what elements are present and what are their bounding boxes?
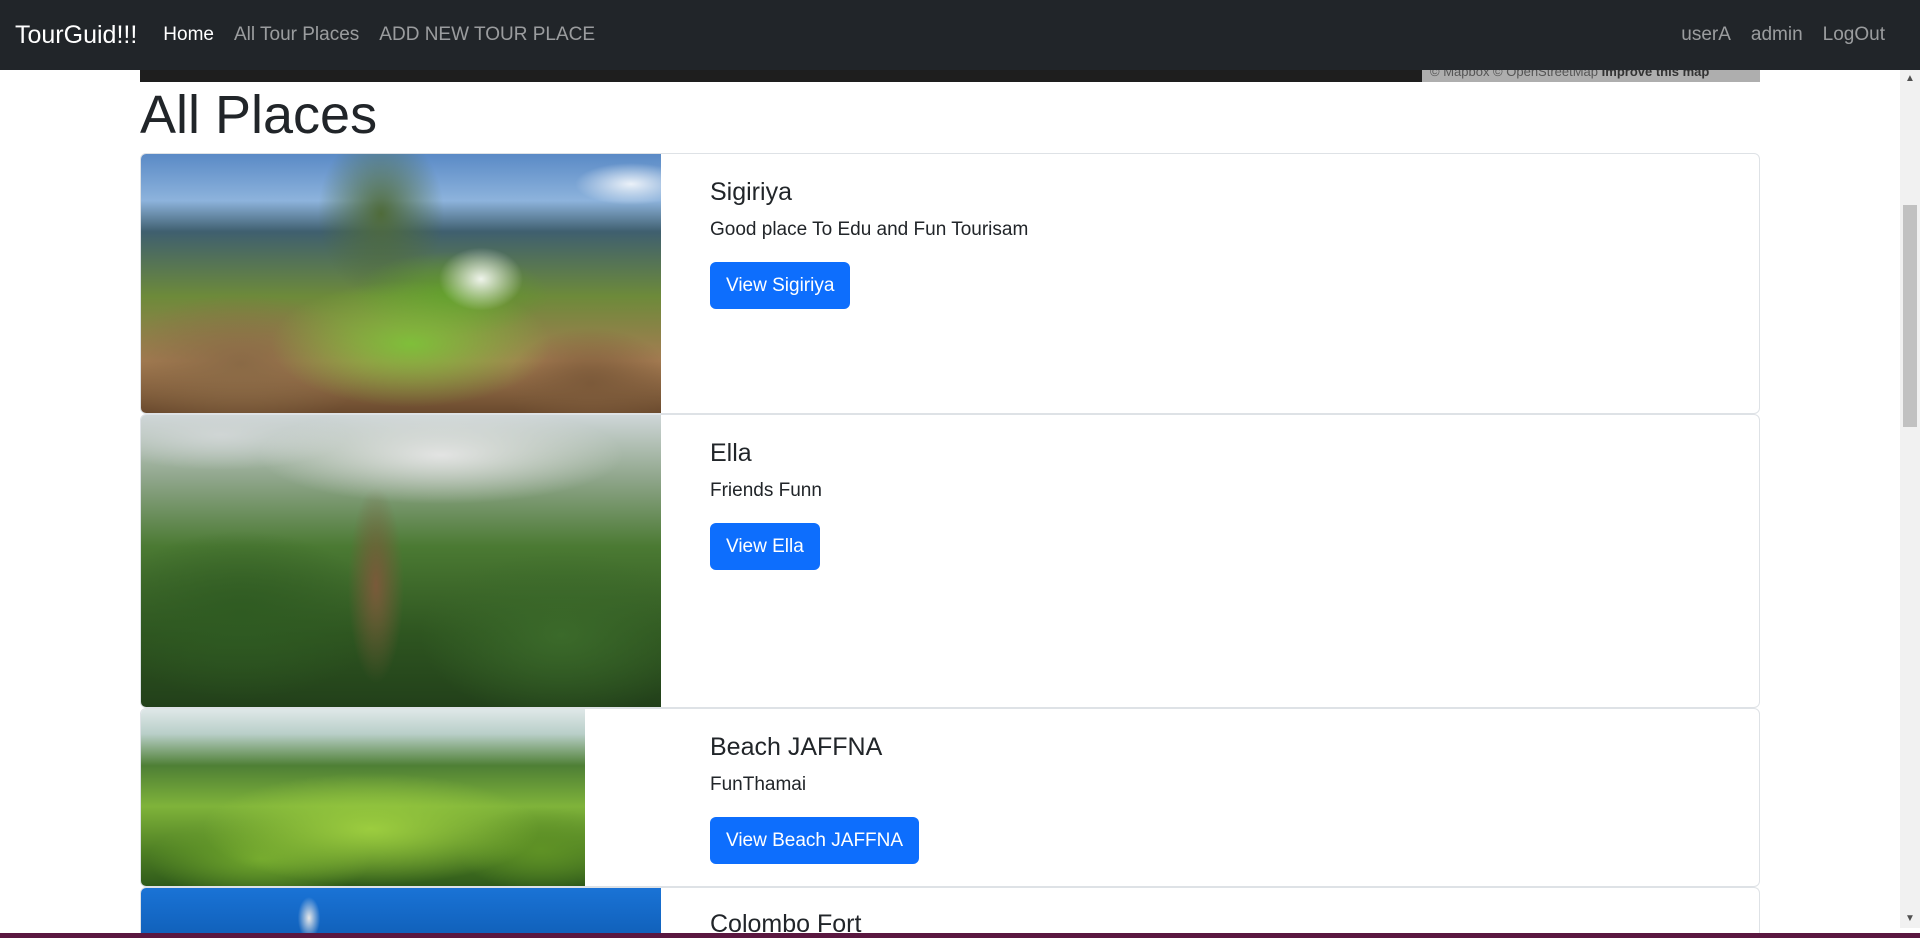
- nav-link-add-new-tour-place[interactable]: ADD NEW TOUR PLACE: [369, 24, 605, 46]
- place-image: [141, 709, 585, 886]
- nav-user-links: userA admin LogOut: [1671, 0, 1885, 70]
- place-card-sigiriya: Sigiriya Good place To Edu and Fun Touri…: [140, 153, 1760, 414]
- nav-link-logout[interactable]: LogOut: [1813, 24, 1885, 46]
- nav-links: Home All Tour Places ADD NEW TOUR PLACE: [153, 24, 605, 46]
- place-card-ella: Ella Friends Funn View Ella: [140, 414, 1760, 708]
- nav-link-admin[interactable]: admin: [1741, 24, 1813, 46]
- place-description: Good place To Edu and Fun Tourisam: [710, 219, 1029, 240]
- bottom-edge-strip: [0, 933, 1920, 938]
- place-title: Ella: [710, 439, 752, 467]
- map-container[interactable]: © Mapbox © OpenStreetMap Improve this ma…: [140, 70, 1760, 82]
- card-body: Ella Friends Funn View Ella: [710, 435, 822, 570]
- place-description: FunThamai: [710, 774, 807, 795]
- scroll-up-icon[interactable]: ▲: [1900, 70, 1920, 88]
- page-scrollbar[interactable]: ▲ ▼: [1900, 70, 1920, 928]
- nav-link-user[interactable]: userA: [1671, 24, 1741, 46]
- place-title: Beach JAFFNA: [710, 733, 883, 761]
- view-place-button[interactable]: View Sigiriya: [710, 262, 851, 309]
- place-image: [141, 154, 661, 413]
- view-place-button[interactable]: View Ella: [710, 523, 820, 570]
- place-image: [141, 415, 661, 707]
- improve-map-link[interactable]: Improve this map: [1602, 70, 1710, 79]
- view-place-button[interactable]: View Beach JAFFNA: [710, 817, 920, 864]
- map-attribution-text: © Mapbox © OpenStreetMap: [1430, 70, 1599, 79]
- nav-link-all-tour-places[interactable]: All Tour Places: [224, 24, 369, 46]
- brand-logo[interactable]: TourGuid!!!: [15, 21, 137, 50]
- place-title: Sigiriya: [710, 178, 792, 206]
- card-body: Beach JAFFNA FunThamai View Beach JAFFNA: [710, 729, 920, 864]
- nav-link-home[interactable]: Home: [153, 24, 224, 46]
- map-attribution: © Mapbox © OpenStreetMap Improve this ma…: [1422, 70, 1760, 82]
- navbar: TourGuid!!! Home All Tour Places ADD NEW…: [0, 0, 1920, 70]
- scroll-down-icon[interactable]: ▼: [1900, 910, 1920, 928]
- scroll-thumb[interactable]: [1903, 205, 1917, 427]
- place-image: [141, 888, 661, 938]
- place-card-beach-jaffna: Beach JAFFNA FunThamai View Beach JAFFNA: [140, 708, 1760, 887]
- place-card-colombo-fort: Colombo Fort: [140, 887, 1760, 938]
- card-body: Sigiriya Good place To Edu and Fun Touri…: [710, 174, 1028, 309]
- place-description: Friends Funn: [710, 480, 822, 501]
- page-title: All Places: [140, 85, 378, 145]
